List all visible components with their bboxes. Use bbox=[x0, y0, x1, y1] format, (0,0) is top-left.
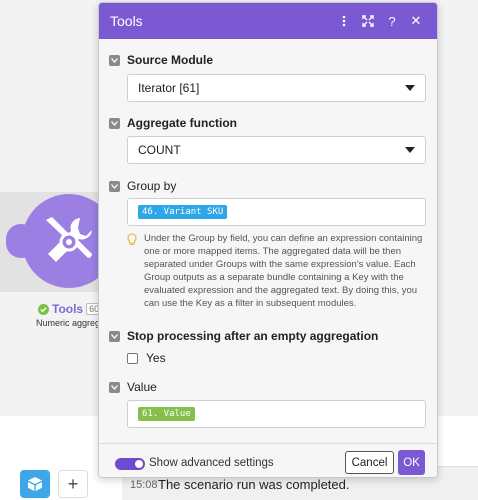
aggregate-function-label: Aggregate function bbox=[127, 116, 237, 130]
chevron-down-icon bbox=[405, 85, 415, 91]
log-message: The scenario run was completed. bbox=[158, 477, 350, 492]
stop-processing-label: Stop processing after an empty aggregati… bbox=[127, 329, 379, 343]
source-module-select[interactable]: Iterator [61] bbox=[127, 74, 426, 102]
modal-footer: Show advanced settings Cancel OK bbox=[99, 443, 437, 477]
module-settings-modal: Tools ? ✕ Source Module Iterator [61] Ag… bbox=[98, 2, 438, 478]
node-label: Tools 60 bbox=[38, 302, 103, 316]
advanced-settings-toggle[interactable] bbox=[115, 458, 145, 470]
value-token[interactable]: 61. Value bbox=[138, 407, 195, 421]
group-by-help-text: Under the Group by field, you can define… bbox=[144, 233, 423, 309]
box-icon-button[interactable] bbox=[20, 470, 50, 498]
stop-processing-option[interactable]: Yes bbox=[127, 351, 166, 365]
yes-label: Yes bbox=[146, 351, 166, 365]
collapse-toggle-icon[interactable] bbox=[109, 330, 120, 342]
group-by-label: Group by bbox=[127, 179, 177, 193]
group-by-input[interactable]: 46. Variant SKU bbox=[127, 198, 426, 226]
modal-title: Tools bbox=[110, 13, 143, 29]
collapse-toggle-icon[interactable] bbox=[109, 180, 120, 192]
value-input[interactable]: 61. Value bbox=[127, 400, 426, 428]
collapse-toggle-icon[interactable] bbox=[109, 381, 120, 393]
toggle-knob bbox=[135, 460, 143, 468]
yes-checkbox[interactable] bbox=[127, 352, 138, 364]
group-by-header[interactable]: Group by bbox=[109, 179, 176, 193]
add-button[interactable]: + bbox=[58, 470, 88, 498]
chevron-down-icon bbox=[405, 147, 415, 153]
collapse-toggle-icon[interactable] bbox=[109, 117, 120, 129]
aggregate-function-header[interactable]: Aggregate function bbox=[109, 116, 237, 130]
aggregate-function-select[interactable]: COUNT bbox=[127, 136, 426, 164]
variant-sku-token[interactable]: 46. Variant SKU bbox=[138, 205, 228, 219]
source-module-value: Iterator [61] bbox=[138, 81, 200, 95]
expand-icon[interactable] bbox=[357, 10, 379, 32]
group-by-help: Under the Group by field, you can define… bbox=[127, 232, 427, 310]
advanced-settings-label: Show advanced settings bbox=[149, 457, 274, 469]
tools-icon bbox=[46, 217, 92, 262]
plus-icon: + bbox=[67, 473, 79, 494]
box-icon bbox=[28, 477, 42, 491]
log-time: 15:08 bbox=[130, 479, 158, 491]
lightbulb-icon bbox=[127, 233, 137, 246]
value-header[interactable]: Value bbox=[109, 380, 157, 394]
source-module-header[interactable]: Source Module bbox=[109, 53, 213, 67]
stop-processing-header[interactable]: Stop processing after an empty aggregati… bbox=[109, 329, 378, 343]
value-label: Value bbox=[127, 380, 157, 394]
aggregate-function-value: COUNT bbox=[138, 143, 181, 157]
more-vertical-icon[interactable] bbox=[333, 10, 355, 32]
success-check-icon bbox=[38, 303, 49, 315]
source-module-label: Source Module bbox=[127, 53, 214, 67]
help-icon[interactable]: ? bbox=[381, 10, 403, 32]
ok-button[interactable]: OK bbox=[398, 450, 425, 475]
cancel-button[interactable]: Cancel bbox=[345, 451, 394, 474]
close-icon[interactable]: ✕ bbox=[405, 10, 427, 32]
node-title: Tools bbox=[52, 302, 84, 316]
modal-header: Tools ? ✕ bbox=[99, 3, 437, 39]
collapse-toggle-icon[interactable] bbox=[109, 54, 120, 66]
